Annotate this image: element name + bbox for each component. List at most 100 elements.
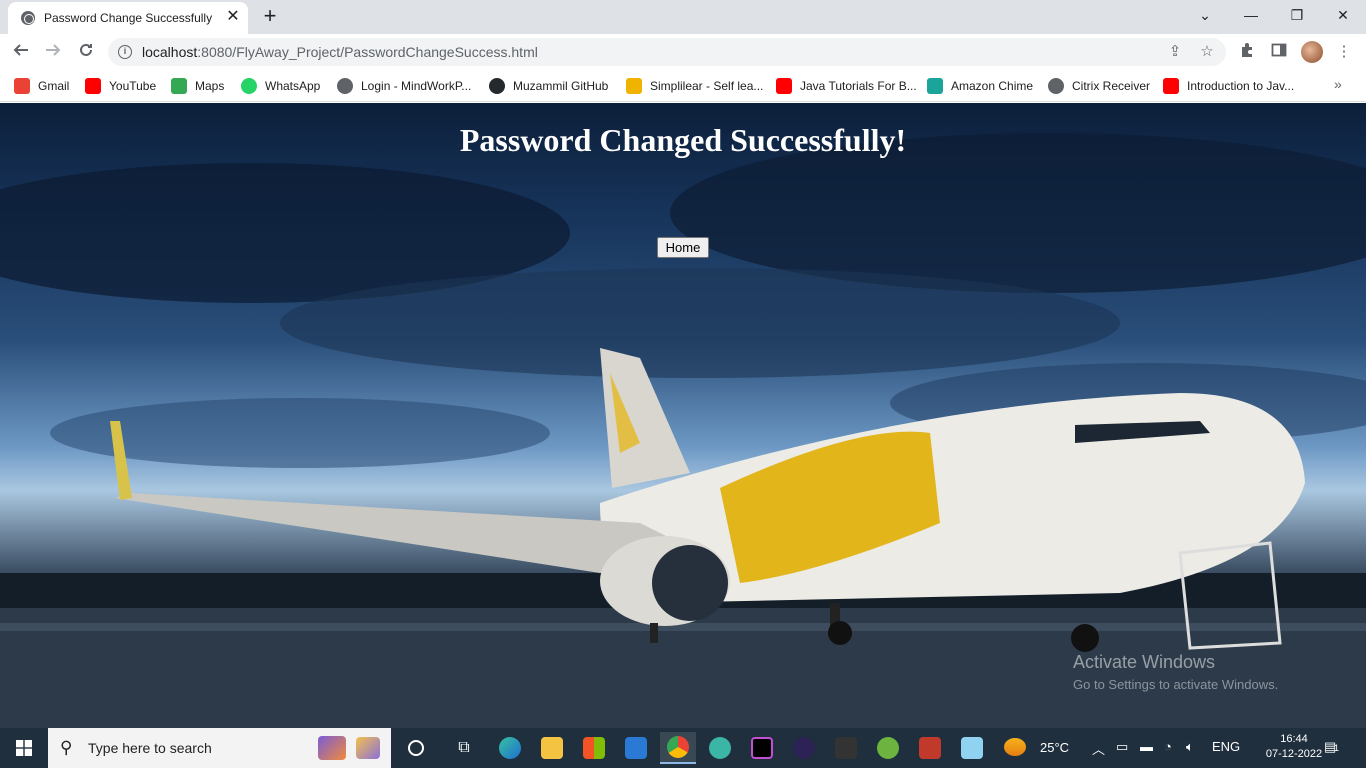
menu-icon[interactable]: ⋮ [1334, 42, 1354, 62]
extensions-icon[interactable] [1237, 42, 1257, 62]
url-text[interactable]: localhost:8080/FlyAway_Project/PasswordC… [142, 44, 538, 60]
bookmark-label: Introduction to Jav... [1187, 79, 1295, 93]
notification-center-button[interactable]: ▤ 1 [1324, 739, 1344, 757]
browser-toolbar: i localhost:8080/FlyAway_Project/Passwor… [0, 34, 1366, 70]
youtube-icon [1163, 78, 1179, 94]
side-panel-icon[interactable] [1269, 42, 1289, 62]
info-icon[interactable]: i [118, 45, 132, 59]
chime-icon [927, 78, 943, 94]
weather-widget[interactable]: 25°C [1004, 738, 1069, 756]
meet-now-icon[interactable]: ▭ [1116, 739, 1128, 755]
reload-button[interactable] [73, 39, 99, 65]
taskbar-app-2[interactable] [912, 732, 948, 764]
wifi-icon[interactable]: ◔ [1164, 739, 1172, 754]
notepad-icon [961, 737, 983, 759]
arrow-left-icon [13, 44, 28, 56]
bookmark-simplilearn[interactable]: Simplilear - Self lea... [626, 76, 763, 96]
notification-count: 1 [1334, 743, 1340, 753]
chrome-icon [667, 736, 689, 758]
bookmark-label: Citrix Receiver [1072, 79, 1151, 93]
share-icon[interactable]: ⇪ [1166, 43, 1184, 61]
bookmarks-overflow-button[interactable]: » [1334, 76, 1342, 92]
page-content: Password Changed Successfully! Home Acti… [0, 103, 1366, 728]
clock-date: 07-12-2022 [1265, 748, 1323, 760]
bookmark-label: YouTube [109, 79, 157, 93]
mysql-icon [835, 737, 857, 759]
search-placeholder: Type here to search [88, 740, 212, 756]
tray-chevron-up-icon[interactable]: ︿ [1092, 739, 1105, 758]
battery-icon[interactable]: ▬ [1140, 739, 1153, 754]
search-highlight-icon [356, 737, 380, 759]
taskbar-intellij[interactable] [744, 732, 780, 764]
back-button[interactable] [8, 39, 34, 65]
bookmark-intro-java[interactable]: Introduction to Jav... [1163, 76, 1294, 96]
bookmark-label: Java Tutorials For B... [800, 79, 917, 93]
taskbar-eclipse[interactable] [786, 732, 822, 764]
address-bar[interactable]: i localhost:8080/FlyAway_Project/Passwor… [108, 38, 1226, 66]
bookmark-label: WhatsApp [265, 79, 321, 93]
bookmark-maps[interactable]: Maps [171, 76, 224, 96]
bookmark-github[interactable]: Muzammil GitHub [489, 76, 608, 96]
taskbar-edge[interactable] [492, 732, 528, 764]
activate-windows-subtext: Go to Settings to activate Windows. [1073, 677, 1279, 692]
taskbar-search-box[interactable]: ⚲ Type here to search [48, 728, 391, 768]
home-button[interactable]: Home [657, 237, 709, 258]
system-clock[interactable]: 16:44 07-12-2022 [1264, 732, 1324, 762]
tab-close-button[interactable]: ✕ [224, 8, 242, 26]
windows-taskbar: ⚲ Type here to search ⧉ 25°C ︿ ▭ ▬ ◔ 🔈︎ … [0, 728, 1366, 768]
globe-icon [337, 78, 353, 94]
task-view-button[interactable]: ⧉ [446, 732, 482, 764]
taskbar-notepad[interactable] [954, 732, 990, 764]
clock-time: 16:44 [1280, 733, 1308, 745]
app-icon [919, 737, 941, 759]
panel-icon [1271, 43, 1287, 57]
bookmark-star-icon[interactable]: ☆ [1198, 43, 1216, 61]
activate-windows-watermark: Activate Windows [1073, 652, 1216, 672]
task-view-icon: ⧉ [458, 739, 470, 756]
language-indicator[interactable]: ENG [1212, 739, 1240, 754]
taskbar-mail[interactable] [618, 732, 654, 764]
minimize-button[interactable]: — [1228, 0, 1274, 30]
bookmark-mindwork[interactable]: Login - MindWorkP... [337, 76, 471, 96]
edge-icon [499, 737, 521, 759]
spring-icon [877, 737, 899, 759]
close-window-button[interactable]: ✕ [1320, 0, 1366, 30]
profile-avatar[interactable] [1301, 41, 1323, 63]
bookmark-amazon-chime[interactable]: Amazon Chime [927, 76, 1033, 96]
taskbar-mysql[interactable] [828, 732, 864, 764]
cortana-button[interactable] [398, 732, 434, 764]
intellij-icon [751, 737, 773, 759]
taskbar-app[interactable] [702, 732, 738, 764]
page-title: Password Changed Successfully! [459, 122, 907, 158]
restore-button[interactable]: ❐ [1274, 0, 1320, 30]
start-button[interactable] [0, 728, 48, 768]
browser-tab[interactable]: Password Change Successfully ✕ [8, 2, 248, 34]
bookmark-java-tutorials[interactable]: Java Tutorials For B... [776, 76, 917, 96]
bookmark-whatsapp[interactable]: WhatsApp [241, 76, 320, 96]
gmail-icon [14, 78, 30, 94]
youtube-icon [85, 78, 101, 94]
simplilearn-icon [626, 78, 642, 94]
taskbar-spring[interactable] [870, 732, 906, 764]
bookmark-label: Gmail [38, 79, 70, 93]
url-host: localhost [142, 44, 198, 60]
bookmark-citrix[interactable]: Citrix Receiver [1048, 76, 1150, 96]
eclipse-icon [793, 737, 815, 759]
tab-search-button[interactable]: ⌄ [1182, 0, 1228, 30]
airplane-background-image [0, 133, 1366, 728]
bookmark-label: Login - MindWorkP... [361, 79, 472, 93]
bookmark-gmail[interactable]: Gmail [14, 76, 69, 96]
browser-tab-strip: Password Change Successfully ✕ + ⌄ — ❐ ✕ [0, 0, 1366, 34]
taskbar-store[interactable] [576, 732, 612, 764]
taskbar-chrome[interactable] [660, 732, 696, 764]
store-icon [583, 737, 605, 759]
volume-icon[interactable]: 🔈︎ [1186, 739, 1194, 755]
bookmark-youtube[interactable]: YouTube [85, 76, 156, 96]
new-tab-button[interactable]: + [258, 5, 282, 29]
mail-icon [625, 737, 647, 759]
github-icon [489, 78, 505, 94]
search-icon: ⚲ [60, 738, 73, 757]
taskbar-file-explorer[interactable] [534, 732, 570, 764]
forward-button[interactable] [40, 39, 66, 65]
bookmark-label: Muzammil GitHub [513, 79, 609, 93]
